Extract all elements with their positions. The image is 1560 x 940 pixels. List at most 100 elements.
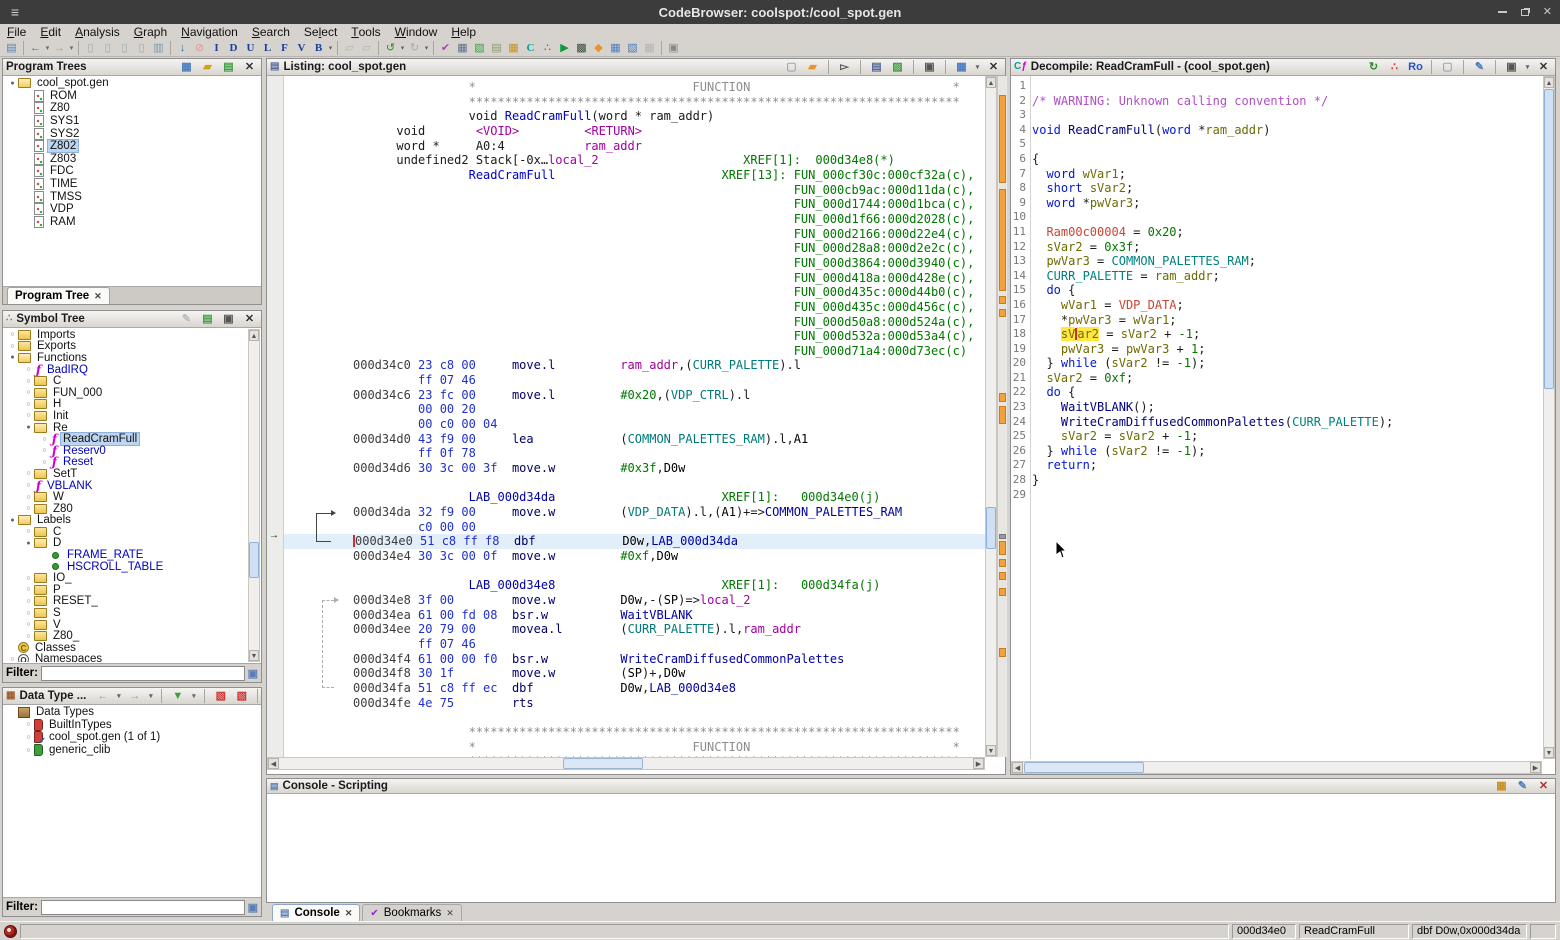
copy-icon[interactable]: ▯ (116, 40, 133, 56)
listing-line[interactable]: FUN_000d435c:000d456c(c), (284, 300, 985, 315)
menu-file[interactable]: File (0, 24, 33, 39)
expand-handle-icon[interactable]: ○ (39, 447, 50, 454)
open-folder-icon[interactable]: ▰ (199, 59, 216, 75)
listing-line[interactable]: LAB_000d34e8 XREF[1]: 000d34fa(j) (284, 578, 985, 593)
expand-handle-icon[interactable]: ○ (7, 331, 18, 338)
dropdown-icon[interactable]: ▾ (115, 692, 122, 700)
listing-line[interactable]: 000d34ea 61 00 fd 08 bsr.w WaitVBLANK (284, 608, 985, 623)
decompile-line[interactable]: 20 } while (sVar2 != -1); (1011, 356, 1542, 371)
expand-handle-icon[interactable]: ○ (23, 610, 34, 617)
tree-item-labels[interactable]: ●Labels (3, 515, 248, 527)
edit-icon[interactable]: ✎ (178, 311, 195, 327)
scroll-right-icon[interactable]: ▶ (973, 758, 984, 769)
listing-scrollbar[interactable]: ▲ ▼ (985, 76, 997, 757)
menu-navigation[interactable]: Navigation (174, 24, 245, 39)
tree-item-w[interactable]: ○W (3, 491, 248, 503)
dropdown-icon[interactable]: ▾ (1524, 63, 1531, 71)
listing-line[interactable]: FUN_000d50a8:000d524a(c), (284, 315, 985, 330)
scroll-right-icon[interactable]: ▶ (1530, 762, 1541, 773)
tree-item-reset-[interactable]: ○RESET_ (3, 596, 248, 608)
listing-line[interactable]: void <VOID> <RETURN> (284, 124, 985, 139)
console-output[interactable] (267, 795, 1555, 902)
decompile-line[interactable]: 7 word wVar1; (1011, 167, 1542, 182)
lock-icon[interactable]: ▦ (1493, 778, 1510, 794)
listing-line[interactable]: FUN_000d2166:000d22e4(c), (284, 227, 985, 242)
listing-line[interactable]: void ReadCramFull(word * ram_addr) (284, 109, 985, 124)
listing-line[interactable]: FUN_000d3864:000d3940(c), (284, 256, 985, 271)
scroll-down-icon[interactable]: ▼ (1544, 747, 1554, 758)
listing-line[interactable]: ff 0f 78 (284, 446, 985, 461)
copy-icon[interactable]: ▢ (1439, 59, 1456, 75)
decompile-hscrollbar[interactable]: ◀ ▶ (1011, 761, 1542, 774)
listing-line[interactable]: 000d34fa 51 c8 ff ec dbf D0w,LAB_000d34e… (284, 681, 985, 696)
expand-handle-icon[interactable]: ○ (23, 575, 34, 582)
dropdown-icon[interactable]: ▾ (327, 44, 334, 52)
page-history-icon[interactable]: ▥ (150, 40, 167, 56)
decompile-line[interactable]: 23 WaitVBLANK(); (1011, 400, 1542, 415)
decompile-line[interactable]: 9 word *pwVar3; (1011, 196, 1542, 211)
tree-item-v[interactable]: ○V (3, 619, 248, 631)
graph-icon[interactable]: ∴ (1386, 59, 1403, 75)
tree-item-time[interactable]: TIME (3, 178, 261, 191)
refresh-icon[interactable]: ↻ (1365, 59, 1382, 75)
listing-line[interactable]: ff 07 46 (284, 373, 985, 388)
listing-line[interactable]: 000d34e8 3f 00 move.w D0w,-(SP)=>local_2 (284, 593, 985, 608)
tree-item-hscroll-table[interactable]: HSCROLL_TABLE (3, 561, 248, 573)
expand-handle-icon[interactable]: ○ (39, 436, 50, 443)
expand-handle-icon[interactable]: ○ (23, 412, 34, 419)
listing-line[interactable]: ****************************************… (284, 725, 985, 740)
dropdown-icon[interactable]: ▾ (399, 44, 406, 52)
menu-tools[interactable]: Tools (344, 24, 387, 39)
paste-icon[interactable]: ▰ (804, 59, 821, 75)
symbol-tree-filter-input[interactable] (41, 666, 245, 681)
decompile-line[interactable]: 2/* WARNING: Unknown calling convention … (1011, 94, 1542, 109)
close-icon[interactable]: ✕ (1535, 778, 1552, 794)
change-marker[interactable] (999, 309, 1006, 317)
scroll-left-icon[interactable]: ◀ (1012, 762, 1023, 773)
close-icon[interactable]: ✕ (241, 59, 258, 75)
change-marker[interactable] (999, 572, 1006, 580)
listing-line[interactable]: 000d34c0 23 c8 00 move.l ram_addr,(CURR_… (284, 358, 985, 373)
filter-off-icon[interactable]: ▧ (212, 688, 229, 704)
listing-line[interactable]: 000d34d6 30 3c 00 3f move.w #0x3f,D0w (284, 461, 985, 476)
tree-item-fun-000[interactable]: ○FUN_000 (3, 387, 248, 399)
table-icon[interactable]: ▦ (607, 40, 624, 56)
tree-item-s[interactable]: ○S (3, 607, 248, 619)
tree-item-sys2[interactable]: SYS2 (3, 127, 261, 140)
checksum-icon[interactable]: C (522, 40, 539, 56)
window-icon[interactable]: ▦ (178, 59, 195, 75)
lock-icon[interactable]: ▦ (641, 40, 658, 56)
close-tab-icon[interactable]: ✕ (94, 291, 102, 302)
listing-line[interactable]: undefined2 Stack[-0x…local_2 XREF[1]: 00… (284, 153, 985, 168)
listing-line[interactable]: FUN_000d1f66:000d2028(c), (284, 212, 985, 227)
disassemble-icon[interactable]: ↓ (174, 40, 191, 56)
listing-line[interactable] (284, 476, 985, 491)
data-type-b[interactable]: B (310, 40, 327, 56)
menu-edit[interactable]: Edit (33, 24, 68, 39)
tab-console[interactable]: ▤Console✕ (272, 904, 360, 921)
data-type-v[interactable]: V (293, 40, 310, 56)
menu-window[interactable]: Window (388, 24, 445, 39)
decompile-scrollbar[interactable]: ▲ ▼ (1543, 76, 1555, 759)
expand-handle-icon[interactable]: ● (7, 354, 18, 361)
decompile-view[interactable]: 12/* WARNING: Unknown calling convention… (1011, 76, 1542, 759)
create-function-icon[interactable]: ▱ (341, 40, 358, 56)
tree-item-vdp[interactable]: VDP (3, 203, 261, 216)
validate-icon[interactable]: ✔ (437, 40, 454, 56)
decompile-line[interactable]: 1 (1011, 79, 1542, 94)
expand-handle-icon[interactable]: ○ (7, 656, 18, 662)
decompile-line[interactable]: 16 wVar1 = VDP_DATA; (1011, 298, 1542, 313)
ghidra-status-icon[interactable] (4, 925, 17, 938)
decompile-line[interactable]: 27 return; (1011, 458, 1542, 473)
menu-help[interactable]: Help (444, 24, 483, 39)
change-marker[interactable] (999, 393, 1006, 402)
byte-viewer-icon[interactable]: ▦ (454, 40, 471, 56)
decompile-line[interactable]: 10 (1011, 210, 1542, 225)
listing-line[interactable]: 000d34e0 51 c8 ff f8 dbf D0w,LAB_000d34d… (284, 534, 985, 549)
tree-item-z80[interactable]: Z80 (3, 102, 261, 115)
window-icon[interactable]: ▦ (953, 59, 970, 75)
symbol-tree-scrollbar[interactable]: ▲ ▼ (248, 329, 260, 662)
undo-icon[interactable]: ↺ (382, 40, 399, 56)
decompile-line[interactable]: 11 Ram00c00004 = 0x20; (1011, 225, 1542, 240)
data-type-d[interactable]: D (225, 40, 242, 56)
